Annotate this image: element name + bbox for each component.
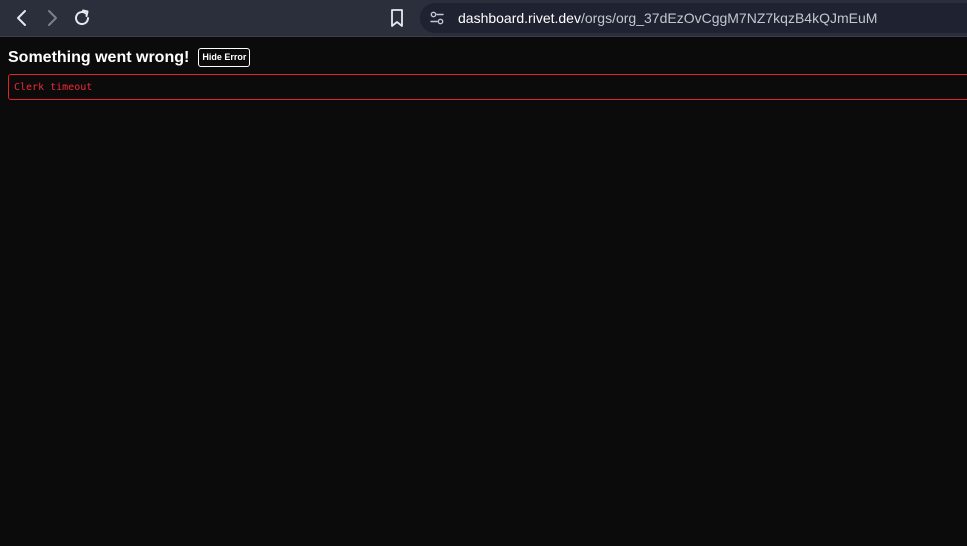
hide-error-button[interactable]: Hide Error (198, 48, 251, 67)
browser-toolbar: dashboard.rivet.dev/orgs/org_37dEzOvCggM… (0, 0, 967, 37)
chevron-left-icon (17, 10, 26, 26)
reload-button[interactable] (70, 6, 94, 30)
page-content: Something went wrong! Hide Error Clerk t… (0, 37, 967, 546)
url-host: dashboard.rivet.dev (458, 10, 581, 26)
reload-icon (75, 9, 90, 26)
tune-icon (430, 11, 444, 25)
error-message: Clerk timeout (14, 82, 93, 93)
url-path: /orgs/org_37dEzOvCggM7NZ7kqzB4kQJmEuM (580, 10, 878, 26)
site-info-button[interactable] (428, 9, 446, 27)
bookmark-icon (391, 9, 403, 27)
chevron-right-icon (48, 10, 57, 26)
error-title: Something went wrong! (8, 48, 190, 66)
back-button[interactable] (10, 6, 34, 30)
forward-button[interactable] (40, 6, 64, 30)
bookmark-button[interactable] (385, 6, 409, 30)
address-bar[interactable]: dashboard.rivet.dev/orgs/org_37dEzOvCggM… (420, 3, 967, 33)
url-text[interactable]: dashboard.rivet.dev/orgs/org_37dEzOvCggM… (458, 10, 877, 26)
error-header: Something went wrong! Hide Error (8, 48, 251, 67)
error-details-box: Clerk timeout (8, 74, 967, 100)
